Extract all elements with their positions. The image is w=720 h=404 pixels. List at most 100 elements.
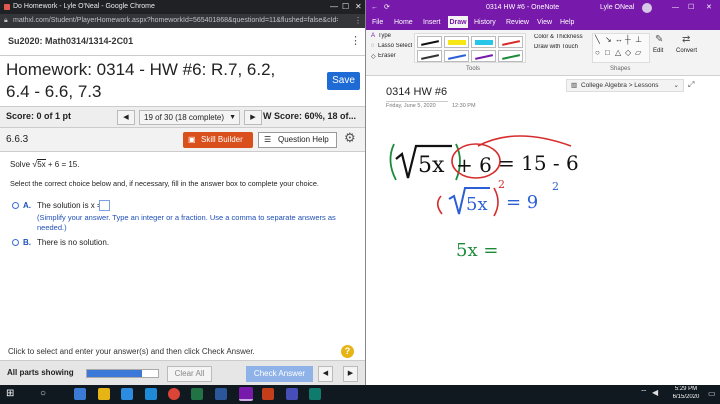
user-name: Lyle ONeal <box>600 4 635 11</box>
bottom-note-row: Click to select and enter your answer(s)… <box>0 344 366 360</box>
prev-question-button[interactable]: ◀ <box>117 110 135 125</box>
prompt-radicand: 5x <box>37 159 46 169</box>
save-button[interactable]: Save <box>327 72 360 90</box>
triangle-shape-icon[interactable]: △ <box>615 48 621 57</box>
hw-score-text: W Score: 60%, 18 of... <box>263 111 357 121</box>
choice-a-radio[interactable] <box>12 202 19 209</box>
double-arrow-shape-icon[interactable]: ↔ <box>615 35 623 44</box>
choice-b-text: There is no solution. <box>37 238 110 247</box>
onenote-page: ▥ College Algebra > Lessons ⌄ ⤢ 0314 HW … <box>366 76 720 385</box>
draw-with-touch-tool[interactable]: Draw with Touch <box>534 44 578 50</box>
choice-b-radio[interactable] <box>12 239 19 246</box>
network-icon[interactable]: ⌔ <box>640 388 648 398</box>
volume-icon[interactable]: ◀︎ <box>652 388 658 397</box>
app-icon[interactable] <box>309 388 321 400</box>
help-icon[interactable]: ? <box>341 345 354 358</box>
powerpoint-icon[interactable] <box>262 388 274 400</box>
eraser-tool[interactable]: Eraser <box>378 53 396 59</box>
tab-draw[interactable]: Draw <box>448 16 468 30</box>
store-icon[interactable] <box>121 388 133 400</box>
maximize-icon[interactable]: ☐ <box>342 0 349 14</box>
close-icon[interactable]: ✕ <box>706 0 712 16</box>
question-toolbar: 6.6.3 ▣ Skill Builder ☰ Question Help ⚙ <box>0 128 366 152</box>
skill-builder-button[interactable]: ▣ Skill Builder <box>183 132 253 148</box>
answer-input[interactable] <box>99 200 110 211</box>
type-tool[interactable]: Type <box>378 33 391 39</box>
pen-gallery <box>414 33 526 63</box>
notifications-icon[interactable]: ▭ <box>708 389 716 398</box>
minimize-icon[interactable]: — <box>672 0 679 16</box>
mail-icon[interactable] <box>145 388 157 400</box>
excel-icon[interactable] <box>191 388 203 400</box>
onenote-icon[interactable] <box>239 387 253 401</box>
score-bar: Score: 0 of 1 pt ◀ 19 of 30 (18 complete… <box>0 106 366 128</box>
tab-review[interactable]: Review <box>506 16 530 30</box>
clear-all-button[interactable]: Clear All <box>167 366 212 382</box>
avatar[interactable] <box>642 3 652 13</box>
maximize-icon[interactable]: ☐ <box>688 0 694 16</box>
pen-dark[interactable] <box>417 50 442 62</box>
edge-icon[interactable] <box>74 388 86 400</box>
diamond-shape-icon[interactable]: ◇ <box>625 48 631 57</box>
rectangle-shape-icon[interactable]: □ <box>605 48 610 57</box>
pen-cyan[interactable] <box>471 36 496 48</box>
pen-black[interactable] <box>417 36 442 48</box>
question-select[interactable]: 19 of 30 (18 complete) ▼ <box>139 110 240 125</box>
taskbar-date[interactable]: 6/15/2020 <box>668 394 704 400</box>
type-icon: A <box>371 33 376 39</box>
axes-shape-icon[interactable]: ┼ <box>625 35 631 44</box>
parallelogram-shape-icon[interactable]: ▱ <box>635 48 641 57</box>
tab-file[interactable]: File <box>372 16 386 30</box>
file-explorer-icon[interactable] <box>98 388 110 400</box>
edit-button[interactable]: Edit <box>653 48 663 54</box>
word-icon[interactable] <box>215 388 227 400</box>
tab-history[interactable]: History <box>474 16 500 30</box>
color-thickness-tool[interactable]: Color & Thickness <box>534 34 583 40</box>
tab-help[interactable]: Help <box>560 16 578 30</box>
lasso-select-tool[interactable]: Lasso Select <box>378 43 412 49</box>
pen-blue[interactable] <box>444 50 469 62</box>
line-shape-icon[interactable]: ╲ <box>595 35 600 44</box>
search-icon[interactable]: ○ <box>40 388 46 399</box>
tab-insert[interactable]: Insert <box>423 16 445 30</box>
onenote-title-bar: ← ⟳ 0314 HW #6 - OneNote Lyle ONeal — ☐ … <box>366 0 720 16</box>
next-question-button[interactable]: ▶ <box>244 110 262 125</box>
taskbar-time[interactable]: 5:29 PM <box>668 386 704 392</box>
question-help-button[interactable]: ☰ Question Help <box>258 132 337 148</box>
ink-row2-rhs-exponent: 2 <box>552 180 559 193</box>
arrow-shape-icon[interactable]: ↘ <box>605 35 612 44</box>
pen-red[interactable] <box>498 36 523 48</box>
gear-icon[interactable]: ⚙ <box>344 130 356 146</box>
tab-view[interactable]: View <box>537 16 555 30</box>
pen-purple[interactable] <box>471 50 496 62</box>
browser-tab-title: Do Homework - Lyle O'Neal - Google Chrom… <box>13 3 155 10</box>
chrome-icon[interactable] <box>168 388 180 400</box>
minimize-icon[interactable]: — <box>330 0 338 14</box>
pen-green[interactable] <box>498 50 523 62</box>
teams-icon[interactable] <box>286 388 298 400</box>
choice-b-letter: B. <box>23 238 31 247</box>
arrow-right-icon: ▶ <box>347 370 354 377</box>
kebab-menu-icon[interactable]: ⋮ <box>350 34 361 47</box>
choice-a-letter: A. <box>23 201 31 210</box>
more-icon[interactable]: ⋮ <box>354 14 362 28</box>
graph-shape-icon[interactable]: ⊥ <box>635 35 642 44</box>
eraser-icon: ◇ <box>371 54 376 60</box>
bottom-prev-button[interactable]: ◀ <box>318 366 333 382</box>
check-answer-button[interactable]: Check Answer <box>246 366 313 382</box>
windows-start-icon[interactable]: ⊞ <box>6 388 14 399</box>
convert-button[interactable]: Convert <box>676 48 697 54</box>
circle-shape-icon[interactable]: ○ <box>595 48 600 57</box>
back-arrow-icon[interactable]: ← <box>371 0 378 16</box>
ink-red-paren-right <box>493 187 499 217</box>
mathxl-favicon-icon <box>4 4 10 10</box>
bottom-next-button[interactable]: ▶ <box>343 366 358 382</box>
address-bar[interactable]: 🔒︎ mathxl.com/Student/PlayerHomework.asp… <box>0 14 366 28</box>
highlighter-yellow[interactable] <box>444 36 469 48</box>
question-number: 6.6.3 <box>6 134 29 145</box>
question-prompt: Solve √5x + 6 = 15. <box>10 159 79 169</box>
help-list-icon: ☰ <box>264 135 272 144</box>
close-icon[interactable]: ✕ <box>355 0 362 14</box>
tab-home[interactable]: Home <box>394 16 416 30</box>
chevron-down-icon: ▼ <box>229 114 236 121</box>
